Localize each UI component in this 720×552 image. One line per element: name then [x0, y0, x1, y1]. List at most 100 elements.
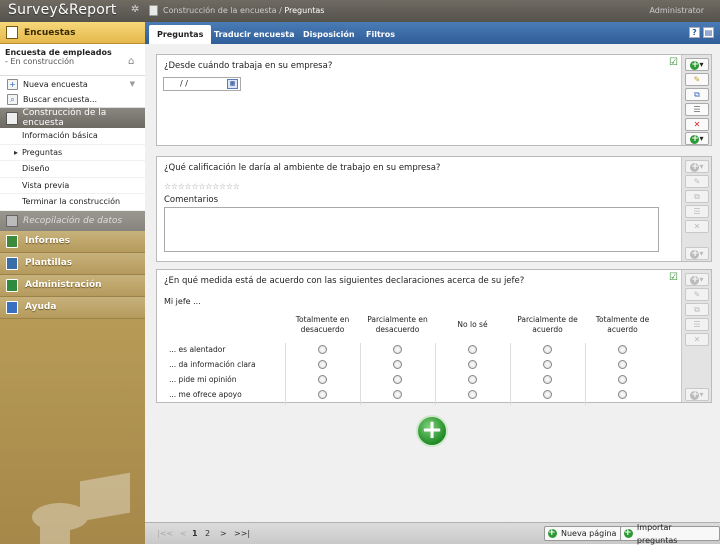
row-label: ... da información clara: [169, 360, 256, 369]
radio-option[interactable]: [468, 390, 477, 399]
add-question-big-button[interactable]: +: [416, 415, 448, 447]
radio-option[interactable]: [618, 375, 627, 384]
breadcrumb-parent[interactable]: Construcción de la encuesta /: [163, 6, 282, 15]
radio-option[interactable]: [393, 390, 402, 399]
radio-option[interactable]: [543, 360, 552, 369]
sidebar: Encuestas Encuesta de empleados - En con…: [0, 22, 145, 547]
data-collection-label: Recopilación de datos: [23, 215, 123, 226]
templates-icon: [6, 256, 18, 270]
delete-button[interactable]: ✕: [685, 333, 709, 346]
date-input[interactable]: / / ▦: [163, 77, 241, 91]
prev-page-button[interactable]: <: [180, 529, 187, 538]
column-header: Parcialmente en desacuerdo: [367, 315, 428, 334]
radio-option[interactable]: [318, 360, 327, 369]
next-page-button[interactable]: >: [220, 529, 227, 538]
radio-option[interactable]: [543, 345, 552, 354]
surveys-panel: Encuesta de empleados - En construcción …: [0, 44, 145, 211]
radio-option[interactable]: [468, 375, 477, 384]
nav-preview[interactable]: Vista previa: [0, 178, 145, 194]
tab-translate[interactable]: Traducir encuesta: [214, 25, 295, 44]
required-check-icon[interactable]: ☑: [669, 58, 679, 68]
search-survey-label: Buscar encuesta...: [23, 95, 98, 104]
tab-layout[interactable]: Disposición: [303, 25, 355, 44]
edit-button[interactable]: ✎: [685, 288, 709, 301]
copy-button[interactable]: ⧉: [685, 88, 709, 101]
app-logo: Survey&Report: [8, 2, 117, 18]
nav-templates[interactable]: Plantillas: [0, 252, 145, 275]
settings-gear-icon[interactable]: ✲: [131, 5, 141, 15]
radio-option[interactable]: [543, 390, 552, 399]
first-page-button[interactable]: |<<: [157, 529, 173, 538]
radio-option[interactable]: [318, 345, 327, 354]
question-card-2[interactable]: ¿Qué calificación le daría al ambiente d…: [156, 156, 712, 262]
chevron-down-icon[interactable]: ▼: [130, 80, 135, 88]
required-check-icon[interactable]: ☑: [669, 273, 679, 283]
add-below-button[interactable]: +▾: [685, 388, 709, 401]
survey-name: Encuesta de empleados: [5, 48, 112, 57]
comments-textarea[interactable]: [164, 207, 659, 252]
radio-option[interactable]: [618, 390, 627, 399]
edit-button[interactable]: ✎: [685, 175, 709, 188]
copy-button[interactable]: ⧉: [685, 303, 709, 316]
plus-icon: +: [690, 60, 700, 70]
new-page-button[interactable]: + Nueva página: [544, 526, 623, 541]
star-rating[interactable]: ☆☆☆☆☆☆☆☆☆☆☆: [164, 182, 240, 191]
nav-finish[interactable]: Terminar la construcción: [0, 194, 145, 211]
radio-option[interactable]: [618, 360, 627, 369]
window-icon[interactable]: ▤: [703, 27, 714, 38]
page-1-link[interactable]: 1: [192, 529, 198, 538]
help-icon: [6, 300, 18, 314]
add-question-button[interactable]: +▾: [685, 273, 709, 286]
nav-admin[interactable]: Administración: [0, 274, 145, 297]
radio-option[interactable]: [393, 345, 402, 354]
add-below-button[interactable]: +▾: [685, 132, 709, 145]
plus-icon: +: [690, 162, 700, 172]
move-button[interactable]: ☰: [685, 103, 709, 116]
radio-option[interactable]: [618, 345, 627, 354]
build-section-header[interactable]: Construcción de la encuesta: [0, 108, 145, 128]
nav-help[interactable]: Ayuda: [0, 296, 145, 319]
copy-button[interactable]: ⧉: [685, 190, 709, 203]
nav-design[interactable]: Diseño: [0, 161, 145, 178]
question-card-1[interactable]: ¿Desde cuándo trabaja en su empresa? / /…: [156, 54, 712, 146]
data-collection-icon: [6, 214, 18, 227]
row-label: ... pide mi opinión: [169, 375, 237, 384]
bottom-bar: |<< < 1 2 > >>| + Nueva página + Importa…: [145, 522, 720, 545]
plus-icon: +: [548, 528, 557, 538]
delete-button[interactable]: ✕: [685, 118, 709, 131]
delete-button[interactable]: ✕: [685, 220, 709, 233]
add-below-button[interactable]: +▾: [685, 247, 709, 260]
radio-option[interactable]: [393, 360, 402, 369]
move-button[interactable]: ☰: [685, 318, 709, 331]
add-question-button[interactable]: +▾: [685, 160, 709, 173]
page-2-link[interactable]: 2: [205, 529, 210, 538]
new-survey-icon: +: [7, 78, 18, 90]
edit-button[interactable]: ✎: [685, 73, 709, 86]
tab-questions[interactable]: Preguntas: [149, 25, 212, 44]
import-questions-button[interactable]: + Importar preguntas: [620, 523, 720, 545]
nav-questions[interactable]: Preguntas: [0, 145, 145, 161]
matrix-row: ... pide mi opinión: [165, 372, 670, 387]
move-button[interactable]: ☰: [685, 205, 709, 218]
nav-basic-info[interactable]: Información básica: [0, 128, 145, 145]
last-page-button[interactable]: >>|: [234, 529, 250, 538]
search-survey-button[interactable]: ⌕ Buscar encuesta...: [0, 92, 145, 108]
radio-option[interactable]: [318, 390, 327, 399]
radio-option[interactable]: [318, 375, 327, 384]
nav-reports[interactable]: Informes: [0, 230, 145, 253]
calendar-icon[interactable]: ▦: [227, 79, 238, 89]
question-card-3[interactable]: ¿En qué medida está de acuerdo con las s…: [156, 269, 712, 405]
surveys-header[interactable]: Encuestas: [0, 22, 145, 44]
radio-option[interactable]: [468, 360, 477, 369]
help-icon[interactable]: ?: [689, 27, 700, 38]
radio-option[interactable]: [543, 375, 552, 384]
question-toolbar: +▾ ✎ ⧉ ☰ ✕ +▾: [681, 270, 711, 402]
home-icon[interactable]: ⌂: [128, 57, 139, 67]
tab-filters[interactable]: Filtros: [366, 25, 395, 44]
new-survey-button[interactable]: + Nueva encuesta ▼: [0, 76, 145, 92]
radio-option[interactable]: [468, 345, 477, 354]
radio-option[interactable]: [393, 375, 402, 384]
row-label: ... es alentador: [169, 345, 226, 354]
user-name[interactable]: Administrator: [649, 6, 704, 15]
add-question-button[interactable]: +▾: [685, 58, 709, 71]
